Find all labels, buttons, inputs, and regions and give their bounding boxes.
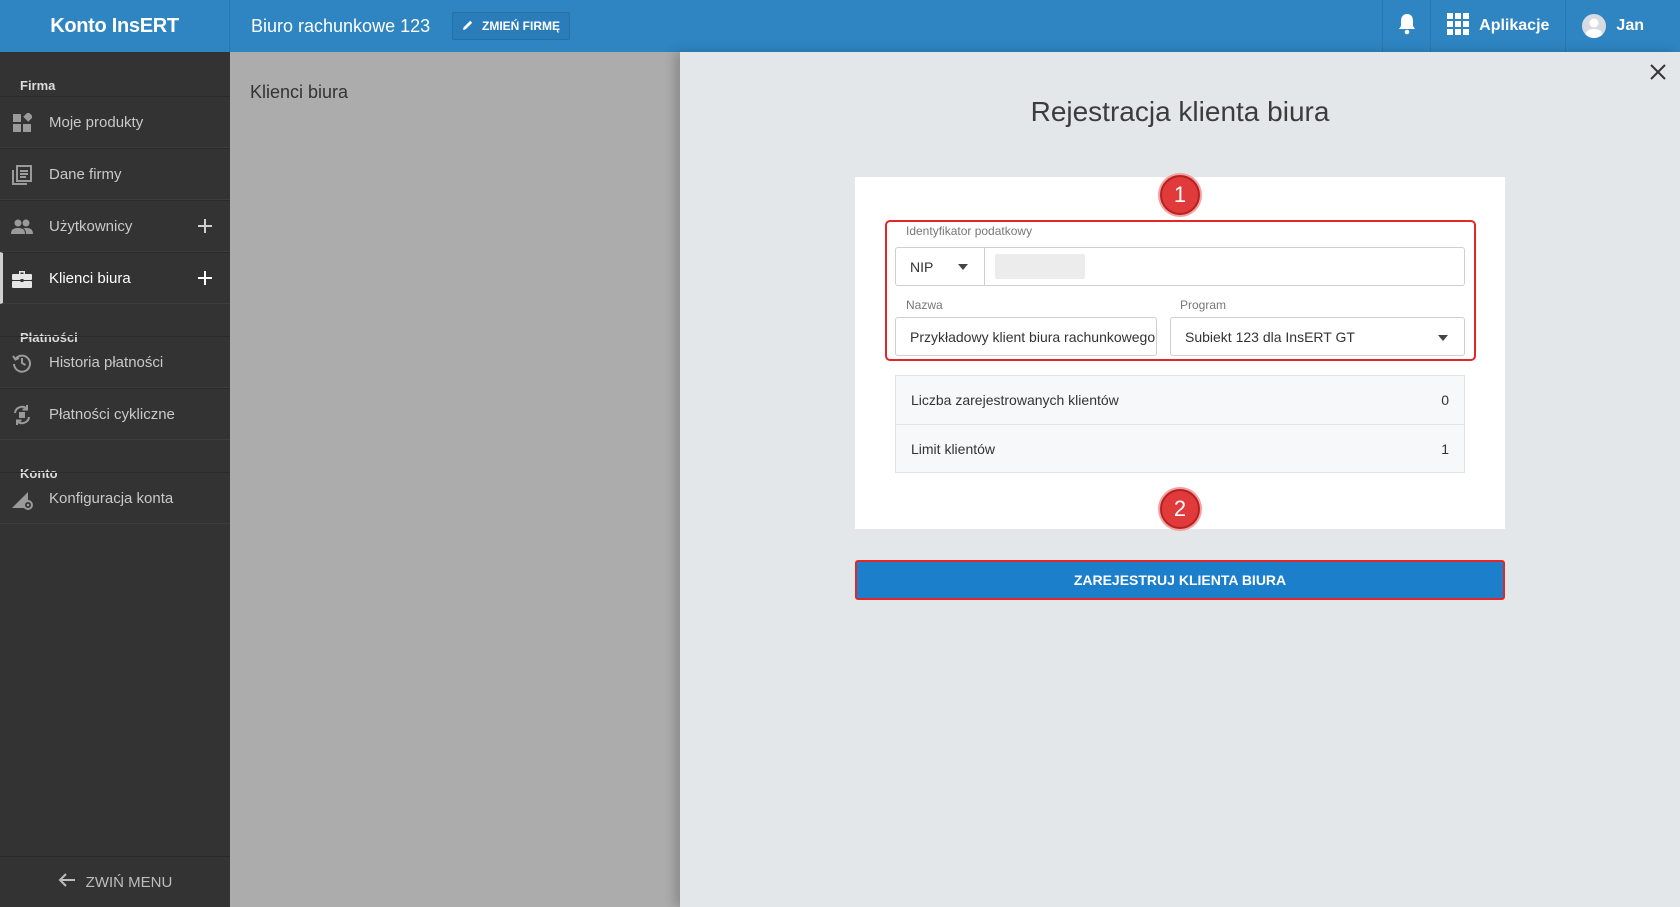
brand-logo[interactable]: Konto InsERT	[0, 0, 230, 52]
change-company-button[interactable]: ZMIEŃ FIRMĘ	[452, 12, 570, 40]
user-menu[interactable]: Jan	[1565, 0, 1680, 52]
sidebar-item-klienci-biura[interactable]: Klienci biura	[0, 252, 230, 304]
history-icon	[11, 352, 33, 374]
stat-value: 1	[1441, 440, 1449, 457]
collapse-menu-label: ZWIŃ MENU	[85, 873, 173, 891]
caret-down-icon	[1438, 335, 1448, 341]
stat-row-limit: Limit klientów 1	[896, 424, 1464, 472]
user-name: Jan	[1616, 17, 1644, 34]
company-name: Biuro rachunkowe 123	[251, 15, 431, 36]
grid-icon	[1447, 12, 1470, 40]
document-icon	[11, 164, 33, 186]
program-select[interactable]: Subiekt 123 dla InsERT GT	[1170, 317, 1465, 356]
config-icon	[11, 488, 33, 510]
sidebar-item-label: Dane firmy	[49, 165, 122, 183]
program-value: Subiekt 123 dla InsERT GT	[1185, 328, 1355, 345]
name-input[interactable]: Przykładowy klient biura rachunkowego	[895, 317, 1157, 356]
client-stats: Liczba zarejestrowanych klientów 0 Limit…	[895, 375, 1465, 473]
registration-form-card: Identyfikator podatkowy NIP Nazwa Przykł…	[855, 175, 1505, 529]
registration-panel: Rejestracja klienta biura Identyfikator …	[680, 52, 1680, 907]
collapse-menu-button[interactable]: ZWIŃ MENU	[0, 856, 230, 907]
tax-id-type-value: NIP	[910, 258, 934, 275]
add-client-icon[interactable]	[194, 267, 216, 289]
tax-id-input[interactable]	[995, 254, 1085, 279]
sidebar-item-label: Klienci biura	[49, 269, 131, 287]
content-overlay[interactable]: Klienci biura	[230, 52, 680, 907]
change-company-label: ZMIEŃ FIRMĘ	[482, 19, 560, 33]
apps-label: Aplikacje	[1479, 17, 1550, 34]
step-badge-1: 1	[1160, 175, 1200, 215]
section-title-konto: Konto	[20, 466, 58, 481]
sidebar-item-historia-platnosci[interactable]: Historia płatności	[0, 336, 230, 388]
stat-row-registered: Liczba zarejestrowanych klientów 0	[896, 376, 1464, 424]
panel-title: Rejestracja klienta biura	[1030, 96, 1330, 127]
briefcase-icon	[11, 268, 33, 290]
avatar	[1582, 14, 1607, 38]
bell-icon	[1397, 13, 1417, 40]
section-title-firma: Firma	[20, 78, 56, 93]
page-title: Klienci biura	[250, 82, 349, 102]
pencil-icon	[462, 19, 474, 34]
register-client-button[interactable]: ZAREJESTRUJ KLIENTA BIURA	[855, 560, 1505, 600]
stat-label: Liczba zarejestrowanych klientów	[911, 392, 1119, 408]
close-icon[interactable]	[1648, 62, 1668, 82]
caret-down-icon	[958, 264, 968, 270]
recurring-icon	[11, 404, 33, 426]
tax-id-type-select[interactable]: NIP	[896, 248, 985, 285]
sidebar-item-label: Historia płatności	[49, 353, 164, 371]
step-badge-2: 2	[1160, 489, 1200, 529]
sidebar-item-label: Konfiguracja konta	[49, 489, 174, 507]
sidebar-item-konfiguracja-konta[interactable]: Konfiguracja konta	[0, 472, 230, 524]
products-icon	[11, 112, 33, 134]
stat-label: Limit klientów	[911, 440, 996, 457]
arrow-left-icon	[58, 872, 76, 892]
stat-value: 0	[1441, 392, 1449, 408]
top-bar: Konto InsERT Biuro rachunkowe 123 ZMIEŃ …	[0, 0, 1680, 52]
sidebar-item-label: Płatności cykliczne	[49, 405, 175, 423]
apps-button[interactable]: Aplikacje	[1430, 0, 1565, 52]
name-label: Nazwa	[906, 298, 943, 312]
sidebar-item-label: Użytkownicy	[49, 217, 133, 235]
section-title-platnosci: Płatności	[20, 330, 78, 345]
sidebar-item-dane-firmy[interactable]: Dane firmy	[0, 148, 230, 200]
tax-id-label: Identyfikator podatkowy	[906, 224, 1033, 238]
users-icon	[11, 216, 33, 238]
sidebar-item-uzytkownicy[interactable]: Użytkownicy	[0, 200, 230, 252]
add-user-icon[interactable]	[194, 215, 216, 237]
notifications-button[interactable]	[1382, 0, 1430, 52]
sidebar: Firma Moje produkty Dane firmy Użytkowni…	[0, 52, 230, 907]
program-label: Program	[1180, 298, 1227, 312]
sidebar-item-label: Moje produkty	[49, 113, 144, 131]
sidebar-item-moje-produkty[interactable]: Moje produkty	[0, 96, 230, 148]
tax-id-field: NIP	[895, 247, 1465, 286]
sidebar-item-platnosci-cykliczne[interactable]: Płatności cykliczne	[0, 388, 230, 440]
